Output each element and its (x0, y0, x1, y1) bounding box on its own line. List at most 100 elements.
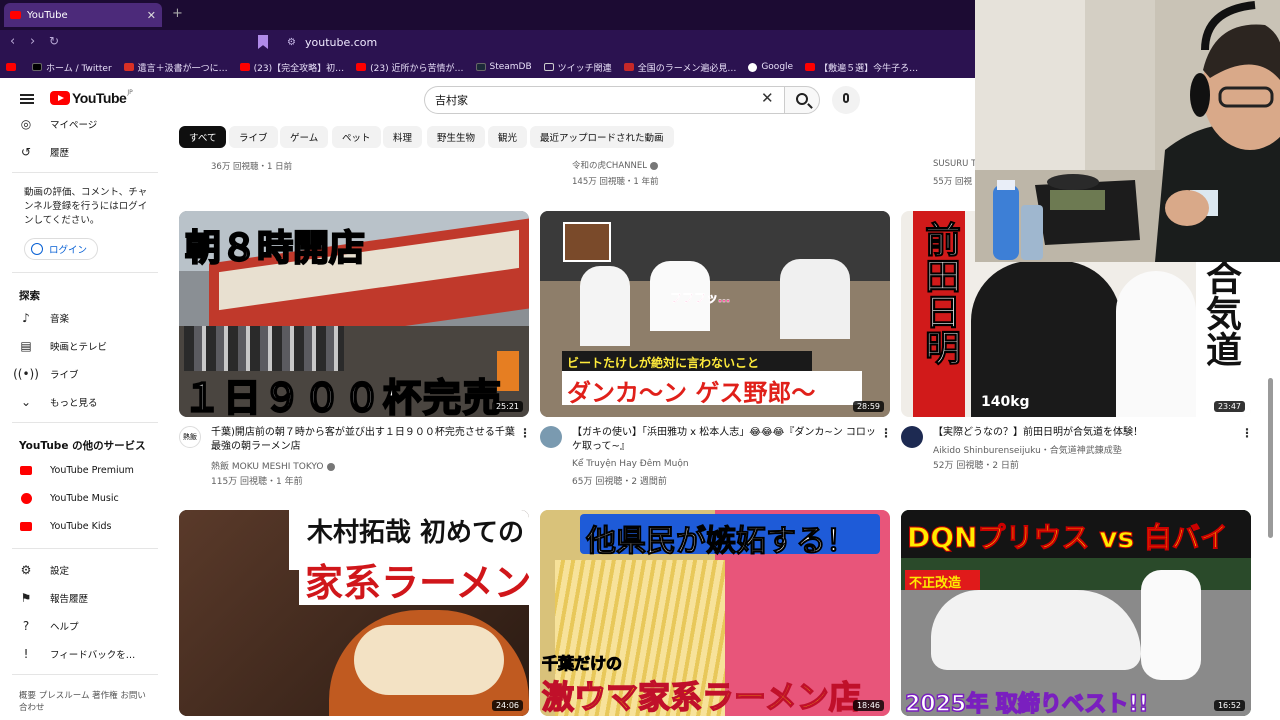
divider (12, 422, 158, 423)
channel-avatar[interactable] (901, 426, 923, 448)
back-icon[interactable]: ‹ (10, 34, 15, 49)
bookmark-youtube-home[interactable] (6, 63, 20, 71)
bookmark-icon[interactable] (258, 35, 268, 49)
thumbnail-caption: 不正改造 (909, 576, 962, 591)
live-icon: ((•)) (13, 367, 39, 381)
sidebar-item-youtube-premium[interactable]: YouTube Premium (18, 462, 134, 478)
video-thumbnail[interactable]: 朝８時開店 １日９００杯完売 25:21 (179, 211, 529, 417)
webcam-overlay (975, 0, 1280, 262)
bookmark-item[interactable]: 【敷遍５選】今牛子ろ… (805, 61, 918, 74)
video-title[interactable]: 千葉)開店前の朝７時から客が並び出す１日９００杯完売させる千葉最強の朝ラーメン店 (211, 426, 521, 454)
thumbnail-caption: ダンカ～ン ゲス野郎～ (567, 379, 816, 407)
sidebar-item-feedback[interactable]: ! フィードバックを… (18, 646, 136, 662)
video-thumbnail[interactable]: フフフッ… ビートたけしが絶対に言わないこと ダンカ～ン ゲス野郎～ 28:59 (540, 211, 890, 417)
video-duration: 25:21 (491, 401, 523, 412)
youtube-music-icon (18, 490, 34, 506)
sidebar-item-music[interactable]: ♪ 音楽 (18, 310, 69, 326)
sidebar-item-live[interactable]: ((•)) ライブ (13, 366, 78, 382)
sidebar-item-help[interactable]: ? ヘルプ (18, 618, 79, 634)
movies-icon: ▤ (20, 339, 32, 353)
bookmark-item[interactable]: Google (748, 62, 793, 72)
chip-all[interactable]: すべて (179, 126, 227, 148)
bookmark-folder[interactable]: ツイッチ関連 (543, 61, 612, 74)
page-scrollbar[interactable] (1268, 378, 1273, 538)
reload-icon[interactable]: ↻ (49, 34, 59, 48)
thumbnail-caption: 2025年 取締りベスト!! (904, 691, 1149, 716)
channel-name[interactable]: SUSURU T (933, 159, 976, 169)
site-info-icon[interactable]: ⚙ (287, 37, 296, 48)
channel-avatar[interactable] (540, 426, 562, 448)
video-thumbnail[interactable]: 木村拓哉 初めての 家系ラーメン 24:06 (179, 510, 529, 716)
chip-wildlife[interactable]: 野生生物 (427, 126, 486, 148)
channel-name[interactable]: 熱飯 MOKU MESHI TOKYO (211, 459, 335, 472)
chip-pet[interactable]: ペット (332, 126, 381, 148)
video-duration: 28:59 (852, 401, 884, 412)
menu-icon[interactable] (20, 94, 34, 104)
tab-close-icon[interactable]: ✕ (147, 9, 156, 22)
bookmark-item[interactable]: 全国のラーメン遍必見… (623, 61, 736, 74)
video-thumbnail[interactable]: 他県民が嫉妬する！ 千葉だけの 激ウマ家系ラーメン店 18:46 (540, 510, 890, 716)
chip-cooking[interactable]: 料理 (383, 126, 423, 148)
search-input[interactable]: 吉村家 (424, 86, 784, 114)
channel-avatar[interactable]: 熱飯 (179, 426, 201, 448)
thumbnail-caption: 激ウマ家系ラーメン店 (541, 677, 861, 716)
bookmark-item[interactable]: (23) 近所から苦情が… (356, 61, 464, 74)
clear-search-icon[interactable]: ✕ (761, 89, 774, 107)
bookmark-item[interactable]: (23)【完全攻略】初… (239, 61, 344, 74)
bookmark-item[interactable]: ホーム / Twitter (32, 61, 112, 74)
chip-game[interactable]: ゲーム (280, 126, 329, 148)
channel-name[interactable]: Kể Truyện Hay Đêm Muộn (572, 459, 689, 469)
more-options-icon[interactable]: ⋮ (1241, 426, 1253, 440)
channel-name[interactable]: Aikido Shinburenseijuku・合気道神武錬成塾 (933, 443, 1122, 456)
thumbnail-caption: １日９００杯完売 (182, 375, 504, 417)
thumbnail-caption: DQNプリウス vs 白バイ (907, 521, 1229, 555)
thumbnail-caption: 前田日明 (919, 221, 961, 366)
youtube-favicon-icon (10, 11, 21, 19)
youtube-play-icon (50, 91, 70, 105)
bookmark-item[interactable]: SteamDB (475, 62, 532, 72)
sidebar-item-settings[interactable]: ⚙ 設定 (18, 562, 69, 578)
video-stats: 145万 回視聴・1 年前 (572, 177, 659, 187)
sidebar-item-youtube-kids[interactable]: YouTube Kids (18, 518, 112, 534)
history-icon: ↺ (20, 145, 32, 159)
youtube-logo[interactable]: YouTube JP (50, 89, 133, 106)
video-stats: 115万 回視聴・1 年前 (211, 477, 303, 487)
sidebar-item-my-page[interactable]: ◎ マイページ (18, 116, 98, 132)
more-options-icon[interactable]: ⋮ (880, 426, 892, 440)
music-icon: ♪ (22, 311, 30, 325)
verified-icon (326, 462, 335, 471)
sidebar-item-movies[interactable]: ▤ 映画とテレビ (18, 338, 107, 354)
sidebar: ◎ マイページ ↺ 履歴 動画の評価、コメント、チャンネル登録を行うにはログインして… (0, 108, 168, 720)
video-title[interactable]: 【ガキの使い】「浜田雅功 x 松本人志」😂😂😂『ダンカ~ン コロッケ取って~』 (572, 426, 882, 454)
footer-links[interactable]: 概要 プレスルーム 著作権 お問い合わせ (19, 690, 149, 714)
video-thumbnail[interactable]: DQNプリウス vs 白バイ 不正改造 2025年 取締りベスト!! 16:52 (901, 510, 1251, 716)
new-tab-icon[interactable]: + (172, 6, 183, 21)
address-bar[interactable]: youtube.com (305, 36, 377, 49)
thumbnail-caption: 合気道 (1200, 259, 1241, 367)
browser-tab-youtube[interactable]: YouTube ✕ (4, 3, 162, 27)
thumbnail-caption: 他県民が嫉妬する！ (586, 524, 857, 560)
bookmark-item[interactable]: 遺言＋汲書が一つに… (123, 61, 228, 74)
video-title[interactable]: 【実際どうなの？】前田日明が合気道を体験！ (933, 426, 1243, 440)
channel-name[interactable]: 令和の虎CHANNEL (572, 159, 658, 171)
thumbnail-caption: 140kg (981, 394, 1030, 410)
video-duration: 24:06 (491, 700, 523, 711)
chip-sightseeing[interactable]: 観光 (488, 126, 528, 148)
explore-heading: 探索 (19, 290, 40, 302)
sidebar-item-youtube-music[interactable]: YouTube Music (18, 490, 119, 506)
divider (12, 548, 158, 549)
login-button[interactable]: ログイン (24, 238, 98, 260)
forward-icon[interactable]: › (30, 34, 35, 49)
person-icon (31, 243, 43, 255)
voice-search-button[interactable] (832, 86, 860, 114)
search-button[interactable] (784, 86, 820, 114)
video-duration: 23:47 (1213, 401, 1245, 412)
sidebar-item-more[interactable]: ⌄ もっと見る (18, 394, 98, 410)
chip-recent[interactable]: 最近アップロードされた動画 (530, 126, 674, 148)
sidebar-item-report-history[interactable]: ⚑ 報告履歴 (18, 590, 88, 606)
my-page-icon: ◎ (20, 117, 32, 131)
tab-title: YouTube (27, 9, 68, 21)
more-options-icon[interactable]: ⋮ (519, 426, 531, 440)
sidebar-item-history[interactable]: ↺ 履歴 (18, 144, 69, 160)
chip-live[interactable]: ライブ (229, 126, 278, 148)
